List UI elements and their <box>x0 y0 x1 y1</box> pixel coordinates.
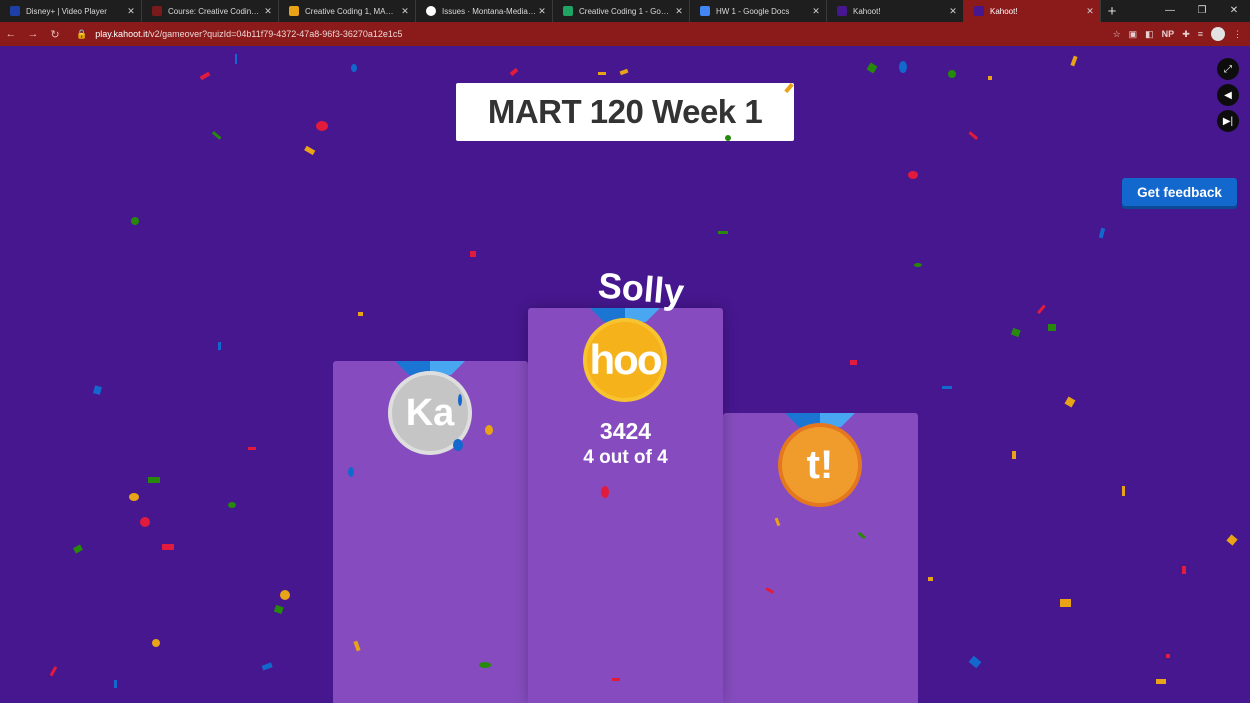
winner-correct-count: 4 out of 4 <box>583 447 668 468</box>
browser-tab-bar: Disney+ | Video Player ✕ Course: Creativ… <box>0 0 1250 22</box>
tab-title: Kahoot! <box>853 6 881 16</box>
disney-favicon-icon <box>10 6 20 16</box>
silver-medal-icon: Ka <box>388 371 472 455</box>
url-host: play.kahoot.it <box>95 29 148 39</box>
url-path: /v2/gameover?quizId=04b11f79-4372-47a8-9… <box>147 29 403 39</box>
tab-title: Course: Creative Coding I (S... <box>168 6 262 16</box>
extension-icon[interactable]: ▣ <box>1129 29 1138 40</box>
tab-creative-coding[interactable]: Creative Coding 1, MART 12... ✕ <box>279 0 416 22</box>
tab-kahoot[interactable]: Kahoot! ✕ <box>827 0 964 22</box>
restore-icon[interactable]: ❐ <box>1186 0 1218 22</box>
puzzle-icon[interactable]: ✚ <box>1182 29 1190 40</box>
podium-second: Ka <box>333 361 528 703</box>
drive-favicon-icon <box>289 6 299 16</box>
new-tab-icon[interactable]: + <box>1101 3 1123 20</box>
tab-close-icon[interactable]: ✕ <box>125 6 137 17</box>
tab-title: Disney+ | Video Player <box>26 6 107 16</box>
window-controls: — ❐ ✕ <box>1154 0 1250 22</box>
tab-google-docs[interactable]: HW 1 - Google Docs ✕ <box>690 0 827 22</box>
address-bar: ← → ↻ 🔒 play.kahoot.it /v2/gameover?quiz… <box>0 22 1250 46</box>
tab-title: HW 1 - Google Docs <box>716 6 790 16</box>
tab-google-drive[interactable]: Creative Coding 1 - Google... ✕ <box>553 0 690 22</box>
gold-medal-icon: hoo <box>583 318 667 402</box>
tab-close-icon[interactable]: ✕ <box>399 6 411 17</box>
skip-icon[interactable]: ▶| <box>1217 110 1239 132</box>
get-feedback-button[interactable]: Get feedback <box>1122 178 1237 206</box>
tab-close-icon[interactable]: ✕ <box>947 6 959 17</box>
tab-close-icon[interactable]: ✕ <box>1084 6 1096 17</box>
course-favicon-icon <box>152 6 162 16</box>
tab-course[interactable]: Course: Creative Coding I (S... ✕ <box>142 0 279 22</box>
window-close-icon[interactable]: ✕ <box>1218 0 1250 22</box>
docs-favicon-icon <box>700 6 710 16</box>
reading-list-icon[interactable]: ≡ <box>1198 29 1203 39</box>
bronze-medal-icon: t! <box>778 423 862 507</box>
fullscreen-icon[interactable]: ⤢ <box>1217 58 1239 80</box>
tab-close-icon[interactable]: ✕ <box>536 6 548 17</box>
forward-icon[interactable]: → <box>22 28 44 40</box>
tab-disney[interactable]: Disney+ | Video Player ✕ <box>0 0 142 22</box>
medal-text: Ka <box>405 391 455 434</box>
winner-score: 3424 <box>599 418 652 444</box>
game-stage: MART 120 Week 1 ⤢ ◀ ▶| Get feedback Ka h… <box>0 46 1250 703</box>
tab-github-issues[interactable]: Issues · Montana-Media-Ar... ✕ <box>416 0 553 22</box>
bookmark-star-icon[interactable]: ☆ <box>1113 29 1121 40</box>
winner-name: Solly <box>596 264 686 313</box>
extension-icon[interactable]: ◧ <box>1145 29 1154 40</box>
url-field[interactable]: 🔒 play.kahoot.it /v2/gameover?quizId=04b… <box>76 29 402 40</box>
extension-toolbar: ☆ ▣ ◧ NP ✚ ≡ ⋮ <box>1113 22 1242 46</box>
back-icon[interactable]: ← <box>0 28 22 40</box>
tab-title: Issues · Montana-Media-Ar... <box>442 6 536 16</box>
tab-close-icon[interactable]: ✕ <box>810 6 822 17</box>
reload-icon[interactable]: ↻ <box>44 28 66 41</box>
kahoot-favicon-icon <box>837 6 847 16</box>
podium-third: t! <box>723 413 918 703</box>
tab-title: Kahoot! <box>990 6 1018 16</box>
tab-title: Creative Coding 1, MART 12... <box>305 6 399 16</box>
drive-favicon-icon <box>563 6 573 16</box>
minimize-icon[interactable]: — <box>1154 0 1186 22</box>
lock-icon: 🔒 <box>76 28 88 39</box>
avatar[interactable] <box>1211 27 1225 41</box>
tab-kahoot-active[interactable]: Kahoot! ✕ <box>964 0 1101 22</box>
quiz-title: MART 120 Week 1 <box>456 83 794 141</box>
menu-dots-icon[interactable]: ⋮ <box>1233 29 1242 40</box>
sound-icon[interactable]: ◀ <box>1217 84 1239 106</box>
medal-text: hoo <box>589 336 663 383</box>
tab-close-icon[interactable]: ✕ <box>262 6 274 17</box>
podium-first: hoo 3424 4 out of 4 <box>528 308 723 703</box>
kahoot-favicon-icon <box>974 6 984 16</box>
github-favicon-icon <box>426 6 436 16</box>
extension-np[interactable]: NP <box>1162 29 1175 39</box>
medal-text: t! <box>806 442 834 487</box>
tab-title: Creative Coding 1 - Google... <box>579 6 673 16</box>
tab-close-icon[interactable]: ✕ <box>673 6 685 17</box>
